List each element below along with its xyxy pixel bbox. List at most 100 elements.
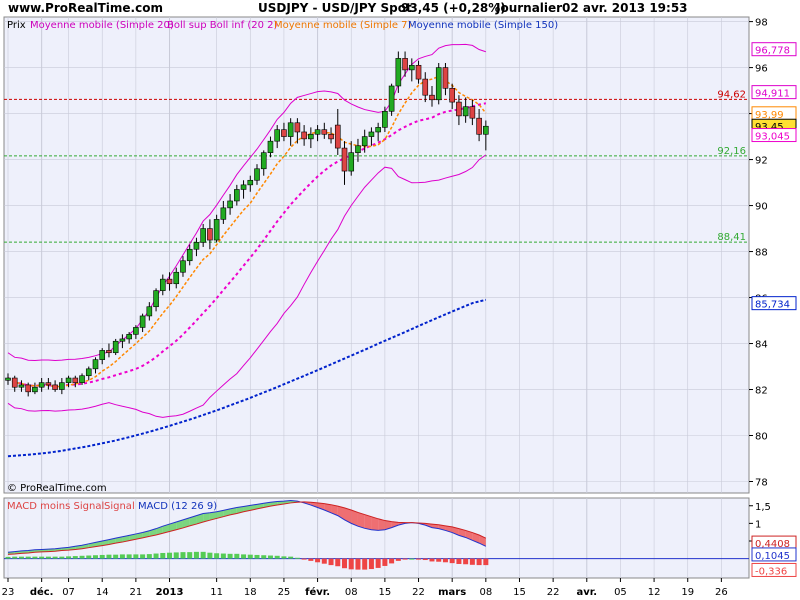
macd-histogram-bar (355, 558, 361, 570)
macd-histogram-bar (241, 554, 247, 559)
macd-fill-segment (357, 512, 365, 529)
x-tick-label: 2013 (156, 587, 184, 598)
macd-legend-signal: Signal (104, 501, 135, 512)
macd-histogram-bar (335, 558, 341, 567)
candle-body (38, 382, 45, 388)
macd-histogram-bar (12, 556, 18, 559)
macd-histogram-bar (449, 558, 455, 564)
candle-body (321, 129, 328, 135)
candle-body (65, 377, 72, 383)
y-tick-label: 80 (755, 432, 768, 443)
x-tick-label: 08 (479, 587, 492, 598)
x-tick-label: 07 (62, 587, 75, 598)
macd-histogram-bar (281, 556, 287, 559)
macd-histogram-bar (39, 556, 45, 559)
y-tick-label: 96 (755, 64, 768, 75)
candle-body (119, 338, 126, 342)
x-tick-label: 21 (130, 587, 143, 598)
candle-body (301, 131, 307, 140)
y-tick-label: 92 (755, 156, 768, 167)
candle-body (227, 200, 233, 209)
x-tick-label: 12 (648, 587, 661, 598)
x-tick-label: 25 (278, 587, 291, 598)
main-panel (3, 16, 750, 494)
candle-body (294, 122, 301, 133)
candle-body (166, 278, 173, 285)
candle-body (287, 122, 294, 137)
x-tick-label: 05 (614, 587, 627, 598)
right-label: 94,911 (755, 89, 790, 100)
x-tick-label: 26 (715, 587, 728, 598)
macd-histogram-bar (113, 554, 119, 559)
macd-histogram-bar (436, 558, 442, 562)
macd-histogram-bar (45, 556, 51, 559)
candle-body (274, 129, 281, 142)
candle-body (52, 384, 58, 390)
y-tick-label: 88 (755, 248, 768, 259)
candle-body (402, 58, 408, 71)
macd-histogram-bar (86, 555, 92, 559)
candle-body (308, 133, 314, 140)
legend-mm150: Moyenne mobile (Simple 150) (408, 20, 558, 31)
candle-body (348, 152, 355, 172)
macd-histogram-bar (32, 556, 38, 559)
x-tick-label: avr. (576, 587, 597, 598)
macd-y-tick-label: 1 (755, 519, 761, 530)
candle-body (173, 271, 180, 285)
macd-histogram-bar (146, 554, 152, 559)
symbol-title: USDJPY - USD/JPY Spot (258, 1, 412, 15)
macd-histogram-bar (288, 556, 294, 559)
macd-histogram-bar (72, 556, 78, 559)
candle-body (133, 327, 139, 335)
datetime: 02 avr. 2013 19:53 (562, 1, 688, 15)
macd-histogram-bar (274, 555, 280, 559)
candle-body (483, 125, 489, 135)
x-tick-label: 22 (412, 587, 425, 598)
candle-body (355, 145, 361, 153)
candle-body (408, 64, 415, 71)
x-tick-label: 14 (96, 587, 109, 598)
candle-body (254, 168, 260, 181)
y-tick-label: 98 (755, 18, 768, 29)
candle-body (234, 189, 240, 202)
level-label: 92,16 (717, 146, 746, 157)
candle-body (260, 152, 267, 170)
macd-histogram-bar (59, 556, 65, 559)
x-tick-label: 19 (681, 587, 694, 598)
x-tick-label: mars (438, 587, 466, 598)
macd-histogram-bar (409, 558, 415, 560)
candle-body (106, 350, 112, 354)
macd-legend-macd: MACD (12 26 9) (138, 501, 217, 512)
site-name[interactable]: www.ProRealTime.com (8, 1, 163, 15)
candle-body (422, 78, 429, 96)
candle-body (314, 129, 321, 135)
y-tick-label: 82 (755, 386, 768, 397)
macd-right-label: -0,336 (755, 566, 787, 577)
macd-histogram-bar (187, 552, 193, 559)
macd-histogram-bar (214, 553, 220, 559)
y-tick-label: 78 (755, 478, 768, 489)
candle-body (456, 101, 462, 117)
candle-body (126, 334, 132, 340)
macd-histogram-bar (348, 558, 354, 570)
right-label: 96,778 (755, 46, 790, 57)
macd-histogram-bar (52, 556, 58, 559)
candle-body (59, 382, 65, 390)
candle-body (193, 242, 200, 250)
macd-histogram-bar (321, 558, 327, 564)
macd-histogram-bar (442, 558, 448, 563)
candle-body (18, 384, 25, 388)
right-label: 85,734 (755, 300, 790, 311)
level-label: 94,62 (717, 89, 746, 100)
candle-body (153, 290, 159, 308)
macd-histogram-bar (483, 558, 489, 566)
macd-legend-hist: MACD moins Signal (7, 501, 104, 512)
macd-histogram-bar (200, 551, 206, 559)
candle-body (200, 228, 206, 243)
x-tick-label: 08 (345, 587, 358, 598)
macd-histogram-bar (267, 555, 273, 559)
macd-histogram-bar (92, 555, 98, 559)
macd-histogram-bar (140, 554, 146, 559)
macd-histogram-bar (368, 558, 374, 570)
price-change: 93,45 (+0,28%) (401, 1, 506, 15)
